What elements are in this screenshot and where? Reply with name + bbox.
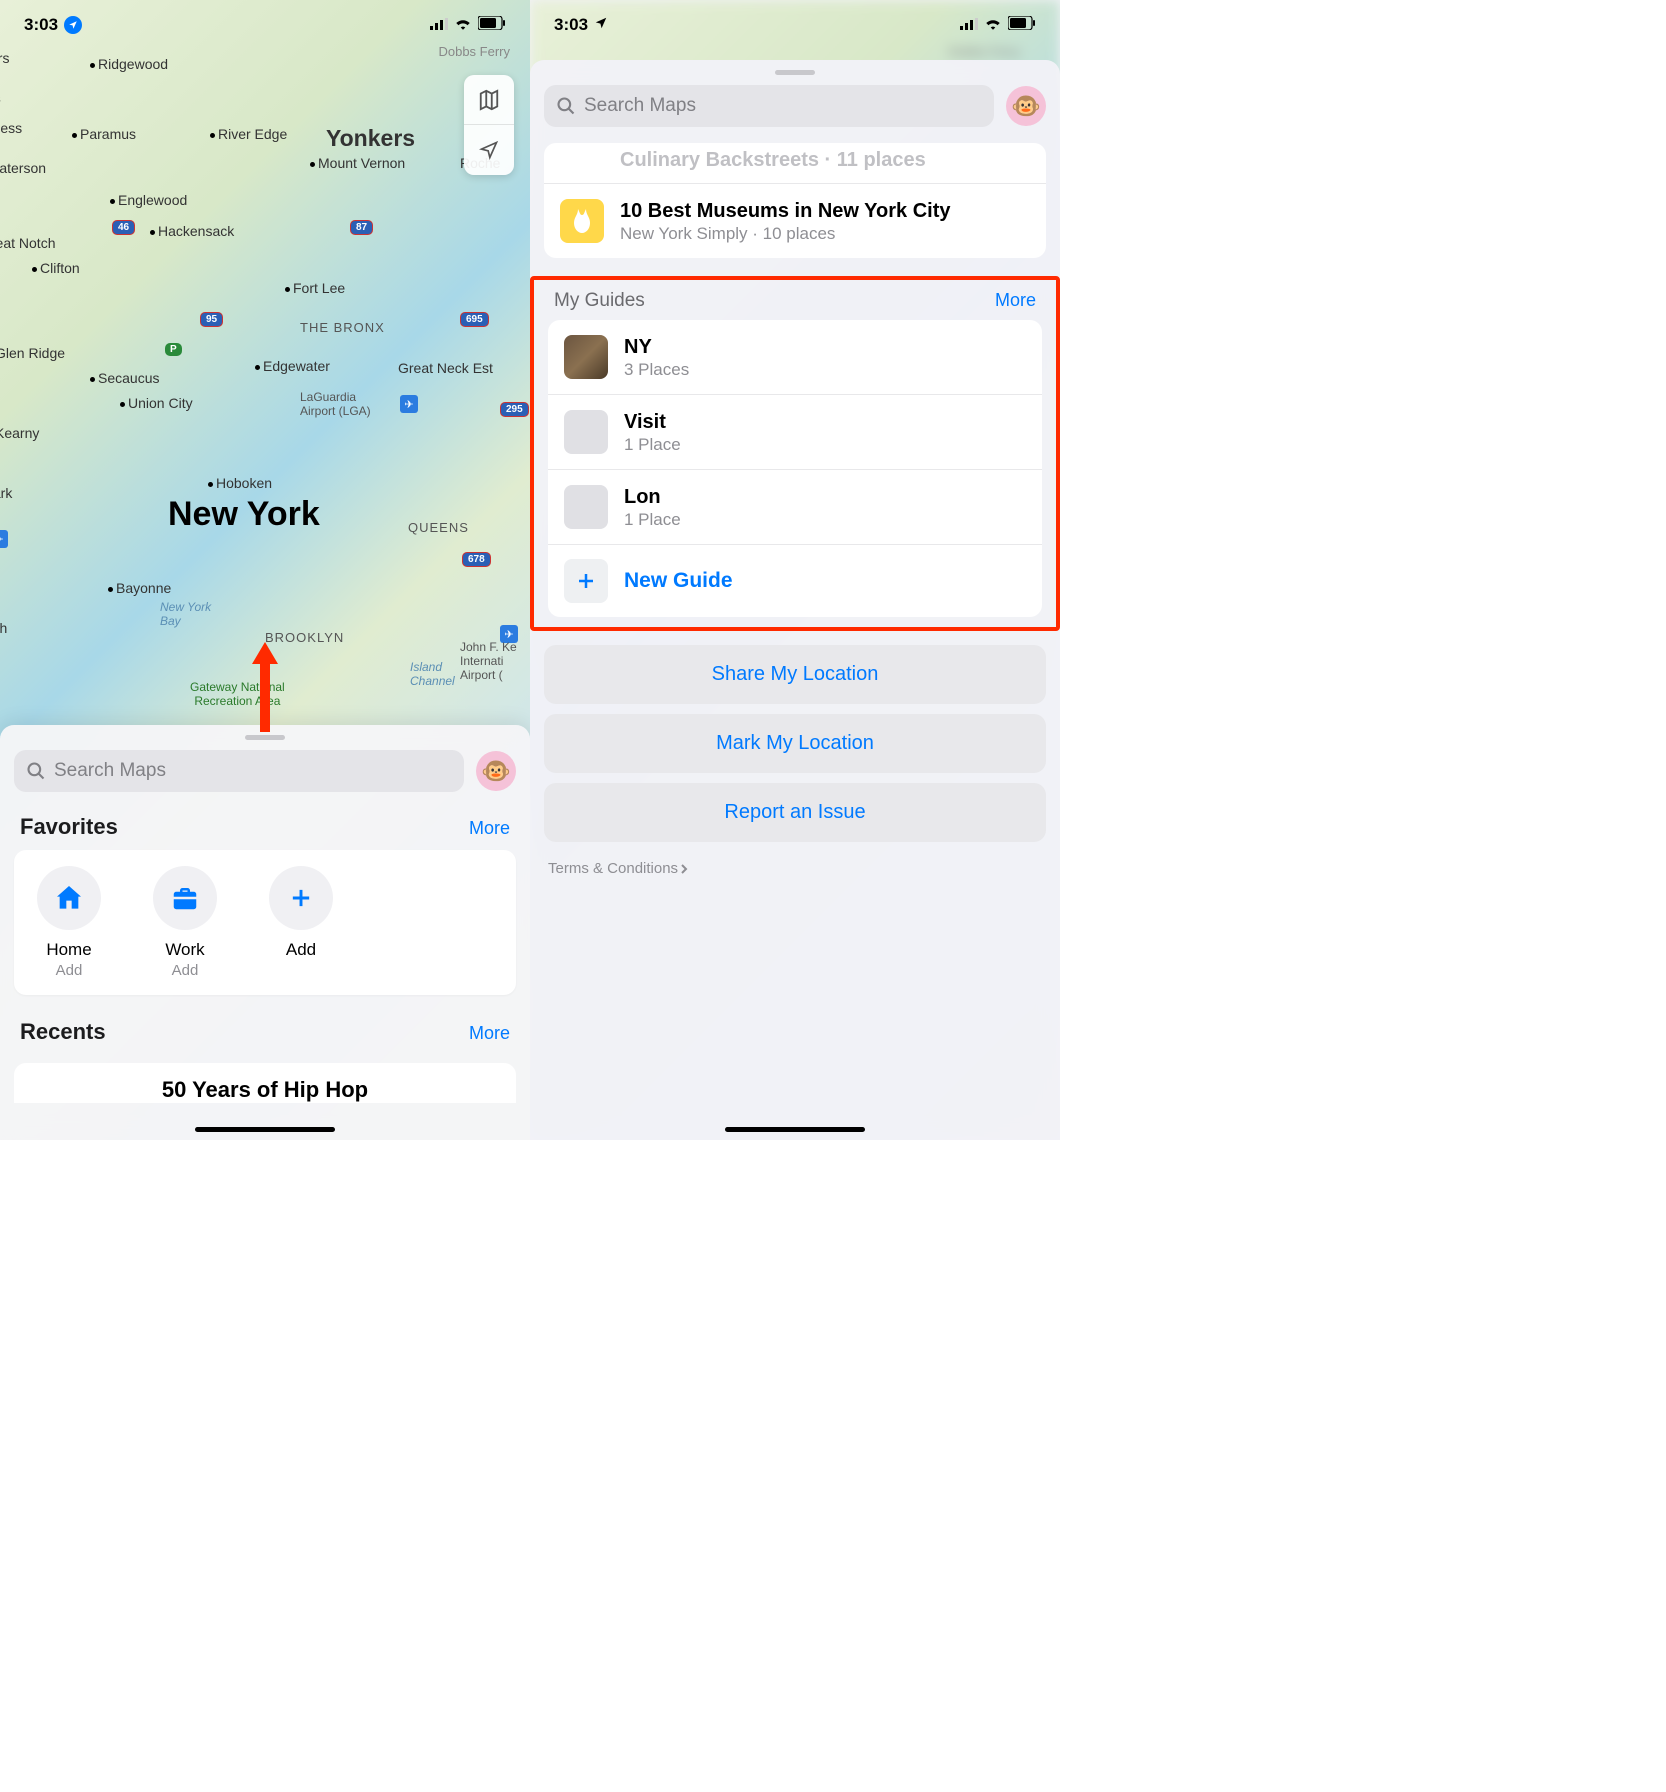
swipe-up-annotation <box>252 642 278 732</box>
locate-me-button[interactable] <box>464 125 514 175</box>
favorites-header: Favorites More <box>14 808 516 850</box>
status-time: 3:03 <box>554 15 588 35</box>
sheet-grabber[interactable] <box>775 70 815 75</box>
status-bar: 3:03 <box>530 0 1060 50</box>
curated-guide-item[interactable]: 10 Best Museums in New York City New Yor… <box>544 183 1046 258</box>
my-guides-header: My Guides More <box>534 280 1056 320</box>
recents-header: Recents More <box>14 1013 516 1055</box>
map-mode-button[interactable] <box>464 75 514 125</box>
favorites-title: Favorites <box>20 814 118 840</box>
screen-guides-expanded: Dobbs Ferry 3:03 Search Maps 🐵 <box>530 0 1060 1140</box>
favorites-more-link[interactable]: More <box>469 818 510 839</box>
profile-avatar[interactable]: 🐵 <box>476 751 516 791</box>
guide-icon <box>560 199 604 243</box>
favorite-home[interactable]: Home Add <box>30 866 108 979</box>
search-icon <box>556 96 576 116</box>
search-input[interactable]: Search Maps <box>544 85 994 127</box>
plus-icon <box>564 559 608 603</box>
recents-more-link[interactable]: More <box>469 1023 510 1044</box>
status-time: 3:03 <box>24 15 58 35</box>
wifi-icon <box>454 15 472 35</box>
my-guides-title: My Guides <box>554 290 645 312</box>
guide-thumbnail <box>564 485 608 529</box>
favorite-work[interactable]: Work Add <box>146 866 224 979</box>
battery-icon <box>1008 15 1036 35</box>
my-guides-more-link[interactable]: More <box>995 290 1036 311</box>
sheet-grabber[interactable] <box>245 735 285 740</box>
report-issue-button[interactable]: Report an Issue <box>544 783 1046 842</box>
my-guide-item[interactable]: Lon 1 Place <box>548 469 1042 544</box>
cellular-icon <box>960 15 978 35</box>
battery-icon <box>478 15 506 35</box>
guide-thumbnail <box>564 410 608 454</box>
home-indicator[interactable] <box>725 1127 865 1132</box>
guide-thumbnail <box>564 335 608 379</box>
home-indicator[interactable] <box>195 1127 335 1132</box>
search-input[interactable]: Search Maps <box>14 750 464 792</box>
search-icon <box>26 761 46 781</box>
bottom-sheet-expanded[interactable]: Search Maps 🐵 Culinary Backstreets · 11 … <box>530 60 1060 1140</box>
curated-guides-card: Culinary Backstreets · 11 places 10 Best… <box>544 143 1046 258</box>
map-controls <box>464 75 514 175</box>
recents-title: Recents <box>20 1019 106 1045</box>
favorites-card: Home Add Work Add Add <box>14 850 516 995</box>
mark-location-button[interactable]: Mark My Location <box>544 714 1046 773</box>
home-icon <box>37 866 101 930</box>
plus-icon <box>269 866 333 930</box>
chevron-right-icon <box>680 863 688 875</box>
screen-map-collapsed: ers Ridgewood Dobbs Ferry lains eakness … <box>0 0 530 1140</box>
wifi-icon <box>984 15 1002 35</box>
profile-avatar[interactable]: 🐵 <box>1006 86 1046 126</box>
terms-link[interactable]: Terms & Conditions <box>544 852 1046 885</box>
favorite-add[interactable]: Add <box>262 866 340 979</box>
my-guides-card: NY 3 Places Visit 1 Place Lon 1 Place <box>548 320 1042 617</box>
my-guide-item[interactable]: NY 3 Places <box>548 320 1042 394</box>
curated-guide-item[interactable]: Culinary Backstreets · 11 places <box>544 143 1046 183</box>
location-services-icon <box>64 16 82 34</box>
share-location-button[interactable]: Share My Location <box>544 645 1046 704</box>
my-guide-item[interactable]: Visit 1 Place <box>548 394 1042 469</box>
location-arrow-icon <box>594 15 608 35</box>
recents-card[interactable]: 50 Years of Hip Hop <box>14 1063 516 1103</box>
highlight-annotation: My Guides More NY 3 Places Visit 1 Place <box>530 276 1060 631</box>
briefcase-icon <box>153 866 217 930</box>
new-guide-button[interactable]: New Guide <box>548 544 1042 617</box>
status-bar: 3:03 <box>0 0 530 50</box>
cellular-icon <box>430 15 448 35</box>
bottom-sheet[interactable]: Search Maps 🐵 Favorites More Home Add <box>0 725 530 1140</box>
